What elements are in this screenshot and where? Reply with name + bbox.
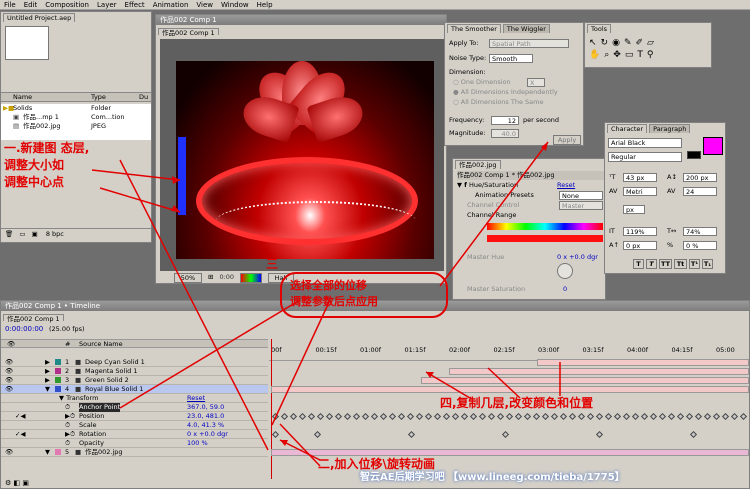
watermark: 智云AE后期学习吧 【www.lineeg.com/tieba/1775】 [360,472,625,483]
annotation-arrows [91,141,561,467]
